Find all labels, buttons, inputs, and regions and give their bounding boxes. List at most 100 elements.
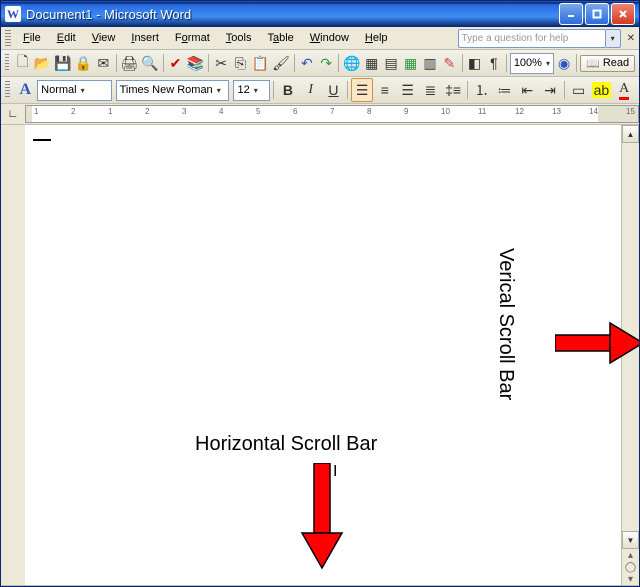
text-cursor-line	[33, 139, 51, 141]
prev-page-button[interactable]: ▴	[622, 549, 639, 561]
size-combo[interactable]: 12▾	[233, 80, 270, 101]
chevron-down-icon: ▾	[81, 86, 85, 95]
columns-icon[interactable]: ▥	[421, 51, 439, 75]
menu-edit[interactable]: Edit	[49, 30, 84, 46]
horizontal-ruler[interactable]: 12123456789101112131415	[25, 105, 639, 123]
separator	[163, 54, 164, 72]
spelling-icon[interactable]: ✔	[166, 51, 184, 75]
document-page[interactable]: Horizontal Scroll Bar Verical Scroll Bar…	[25, 125, 621, 585]
underline-button[interactable]: U	[323, 78, 345, 102]
italic-button[interactable]: I	[300, 78, 322, 102]
cut-icon[interactable]: ✂	[212, 51, 230, 75]
minimize-button[interactable]	[559, 3, 583, 25]
menu-tools[interactable]: Tools	[218, 30, 260, 46]
menu-view[interactable]: View	[84, 30, 124, 46]
excel-icon[interactable]: ▦	[401, 51, 419, 75]
read-button[interactable]: 📖Read	[580, 55, 635, 72]
ruler-number: 14	[589, 107, 598, 116]
doc-map-icon[interactable]: ◧	[465, 51, 483, 75]
bullets-button[interactable]: ≔	[494, 78, 516, 102]
menu-insert[interactable]: Insert	[123, 30, 167, 46]
justify-button[interactable]: ≣	[419, 78, 441, 102]
separator	[506, 54, 507, 72]
next-page-button[interactable]: ▾	[622, 573, 639, 585]
style-combo[interactable]: Normal ▾	[37, 80, 111, 101]
styles-pane-icon[interactable]: A	[14, 78, 36, 102]
align-center-button[interactable]: ≡	[374, 78, 396, 102]
title-bar: W Document1 - Microsoft Word	[1, 1, 639, 27]
zoom-combo[interactable]: 100%▾	[510, 53, 554, 74]
tab-selector[interactable]: ∟	[1, 104, 25, 124]
separator	[576, 54, 577, 72]
copy-icon[interactable]: ⎘	[231, 51, 249, 75]
close-button[interactable]	[611, 3, 635, 25]
redo-icon[interactable]: ↷	[317, 51, 335, 75]
font-value: Times New Roman	[120, 84, 213, 96]
chevron-down-icon: ▾	[217, 86, 221, 95]
toolbar-handle-icon[interactable]	[5, 54, 9, 72]
separator	[208, 54, 209, 72]
menu-help[interactable]: Help	[357, 30, 396, 46]
hyperlink-icon[interactable]: 🌐	[342, 51, 361, 75]
paste-icon[interactable]: 📋	[251, 51, 270, 75]
permission-icon[interactable]: 🔒	[74, 51, 93, 75]
line-spacing-button[interactable]: ‡≡	[442, 78, 464, 102]
highlight-button[interactable]: ab	[591, 78, 613, 102]
menu-window[interactable]: Window	[302, 30, 357, 46]
font-color-button[interactable]: A	[613, 78, 635, 102]
toolbar-handle-icon[interactable]	[5, 30, 11, 46]
print-icon[interactable]: 🖨	[119, 51, 139, 75]
menu-format[interactable]: Format	[167, 30, 218, 46]
document-area: Horizontal Scroll Bar Verical Scroll Bar…	[1, 125, 639, 585]
new-doc-icon[interactable]: 🗋	[13, 51, 31, 75]
close-doc-button[interactable]: ✕	[627, 33, 635, 44]
align-left-button[interactable]: ☰	[351, 78, 373, 102]
undo-icon[interactable]: ↶	[298, 51, 316, 75]
scroll-down-button[interactable]: ▼	[622, 531, 639, 549]
ruler-number: 12	[515, 107, 524, 116]
drawing-icon[interactable]: ✎	[440, 51, 458, 75]
help-icon[interactable]: ◉	[555, 51, 573, 75]
menu-file[interactable]: File	[15, 30, 49, 46]
align-right-button[interactable]: ☰	[397, 78, 419, 102]
show-marks-icon[interactable]: ¶	[485, 51, 503, 75]
vertical-ruler[interactable]	[1, 125, 25, 585]
ruler-number: 4	[219, 107, 223, 116]
annotation-vertical-label: Verical Scroll Bar	[494, 248, 517, 400]
insert-table-icon[interactable]: ▤	[382, 51, 400, 75]
print-preview-icon[interactable]: 🔍	[140, 51, 159, 75]
numbering-button[interactable]: ⒈	[471, 78, 493, 102]
help-search-dropdown[interactable]: ▾	[606, 29, 621, 48]
maximize-button[interactable]	[585, 3, 609, 25]
separator	[273, 81, 274, 99]
separator	[564, 81, 565, 99]
app-window: W Document1 - Microsoft Word File Edit V…	[0, 0, 640, 587]
tables-borders-icon[interactable]: ▦	[363, 51, 381, 75]
borders-button[interactable]: ▭	[568, 78, 590, 102]
font-combo[interactable]: Times New Roman ▾	[116, 80, 230, 101]
toolbar-handle-icon[interactable]	[5, 81, 10, 99]
help-search-input[interactable]: Type a question for help	[458, 29, 606, 48]
style-value: Normal	[41, 84, 76, 96]
save-icon[interactable]: 💾	[53, 51, 72, 75]
research-icon[interactable]: 📚	[186, 51, 205, 75]
ruler-number: 8	[367, 107, 371, 116]
decrease-indent-button[interactable]: ⇤	[516, 78, 538, 102]
window-controls	[559, 3, 635, 25]
size-value: 12	[237, 84, 249, 96]
browse-object-button[interactable]: ◯	[622, 561, 639, 573]
menu-table[interactable]: Table	[259, 30, 301, 46]
scroll-up-button[interactable]: ▲	[622, 125, 639, 143]
separator	[462, 54, 463, 72]
email-icon[interactable]: ✉	[94, 51, 112, 75]
ruler-number: 13	[552, 107, 561, 116]
ruler-number: 15	[626, 107, 635, 116]
standard-toolbar: 🗋 📂 💾 🔒 ✉ 🖨 🔍 ✔ 📚 ✂ ⎘ 📋 🖌 ↶ ↷ 🌐 ▦ ▤ ▦ ▥ …	[1, 50, 639, 77]
open-icon[interactable]: 📂	[33, 51, 52, 75]
menu-bar: File Edit View Insert Format Tools Table…	[1, 27, 639, 50]
read-label: Read	[603, 57, 629, 69]
bold-button[interactable]: B	[277, 78, 299, 102]
format-painter-icon[interactable]: 🖌	[271, 51, 291, 75]
increase-indent-button[interactable]: ⇥	[539, 78, 561, 102]
window-title: Document1 - Microsoft Word	[26, 7, 559, 22]
